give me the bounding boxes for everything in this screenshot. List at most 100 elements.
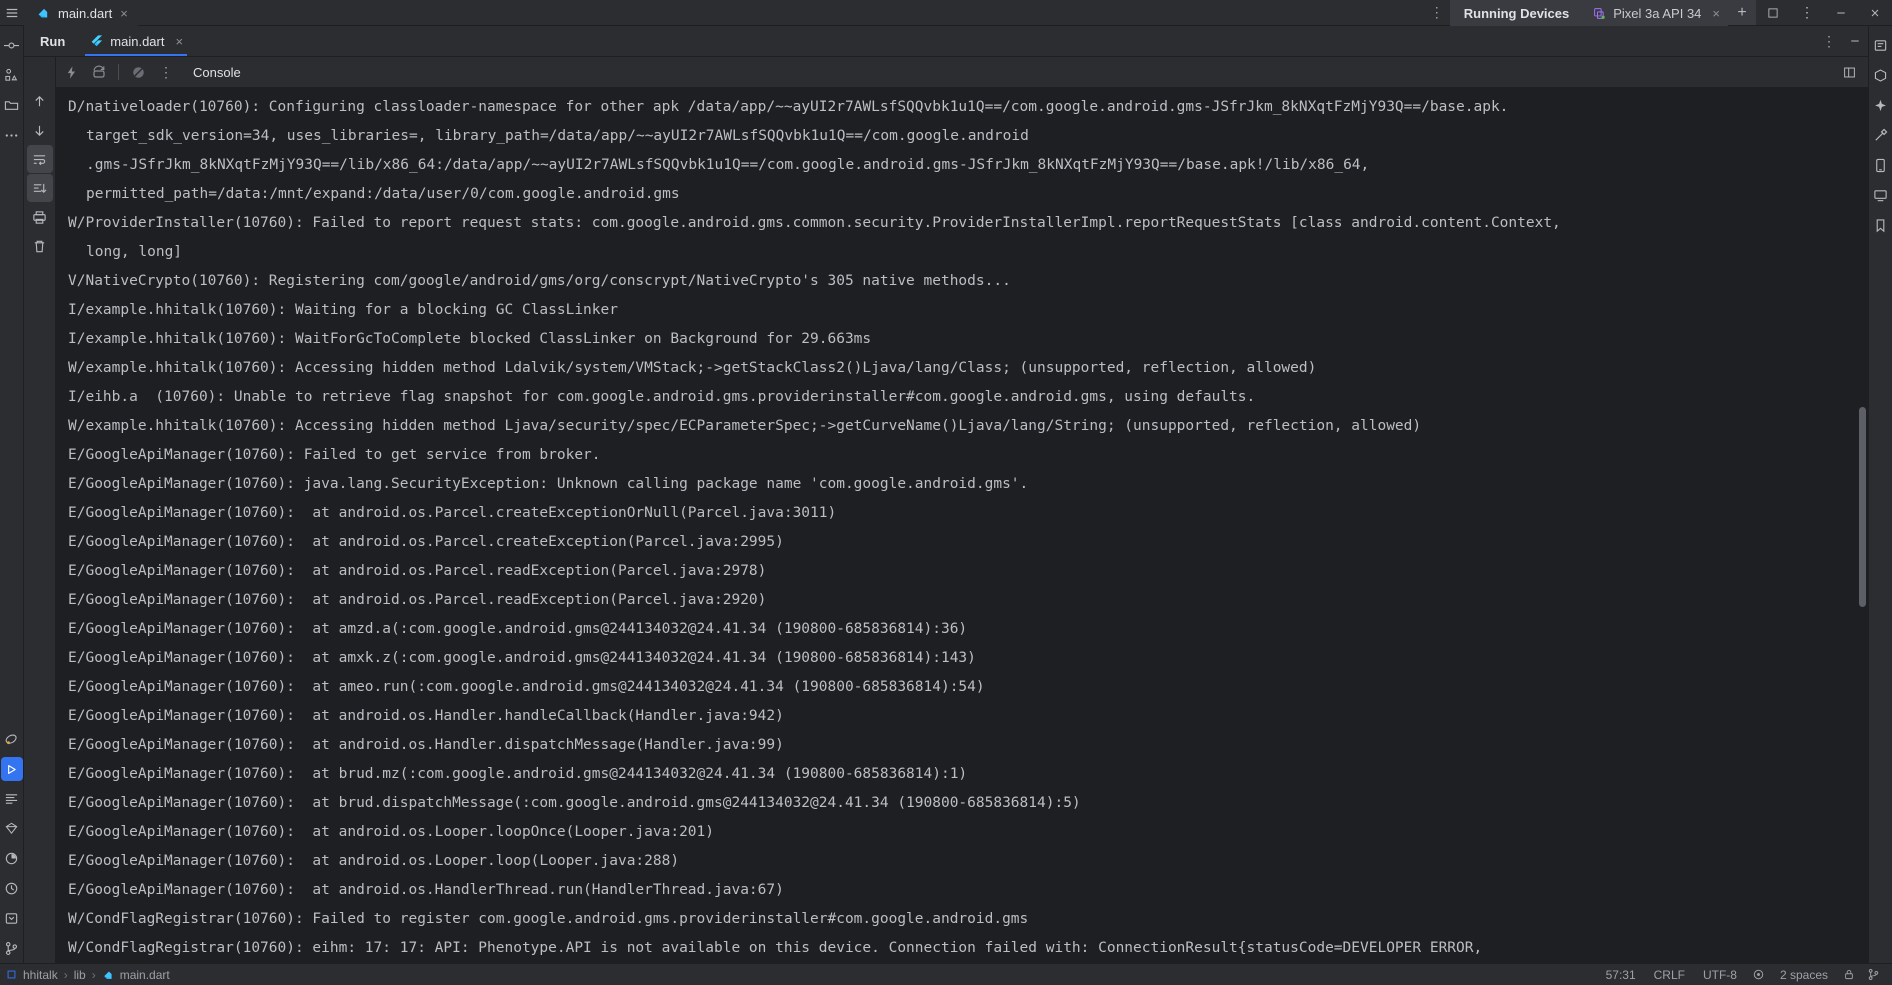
device-tab-label: Pixel 3a API 34 — [1613, 5, 1702, 21]
read-only-toggle[interactable] — [1837, 968, 1861, 981]
run-icon — [8, 764, 16, 774]
gradle-icon[interactable] — [1869, 60, 1892, 90]
line-separator[interactable]: CRLF — [1645, 968, 1694, 982]
minimize-icon — [1837, 12, 1845, 13]
indent-setting[interactable]: 2 spaces — [1771, 968, 1837, 982]
ai-assistant-icon[interactable] — [1869, 90, 1892, 120]
run-configuration-tab[interactable]: main.dart × — [79, 26, 189, 56]
emulator-icon[interactable] — [1869, 180, 1892, 210]
terminal-icon — [5, 793, 18, 804]
restore-window-button[interactable] — [1756, 0, 1790, 25]
run-window-hide-button[interactable] — [1842, 26, 1868, 56]
window-more-button[interactable]: ⋮ — [1790, 0, 1824, 25]
add-device-button[interactable]: + — [1728, 0, 1756, 25]
expand-console-icon[interactable] — [1836, 59, 1862, 85]
stop-icon[interactable] — [125, 59, 151, 85]
running-devices-tab[interactable]: Running Devices — [1449, 0, 1584, 26]
scroll-down-icon[interactable] — [27, 116, 53, 144]
running-devices-label: Running Devices — [1463, 5, 1570, 21]
console-line: E/GoogleApiManager(10760): at amxk.z(:co… — [68, 650, 976, 666]
bookmarks-icon[interactable] — [1869, 210, 1892, 240]
run-window-options-button[interactable]: ⋮ — [1816, 26, 1842, 56]
sidebar-item-project[interactable] — [0, 90, 24, 120]
notifications-icon[interactable] — [1869, 30, 1892, 60]
scroll-up-icon[interactable] — [27, 87, 53, 115]
close-icon[interactable]: × — [171, 34, 183, 49]
inspection-icon — [1753, 969, 1764, 980]
device-icon — [1593, 7, 1606, 20]
tab-console[interactable]: Console — [181, 65, 253, 80]
module-icon — [7, 970, 16, 979]
breadcrumb-item-file[interactable]: main.dart — [120, 968, 170, 982]
version-control-widget[interactable] — [1861, 968, 1892, 981]
version-control-icon — [5, 941, 18, 955]
ide-window: main.dart × ⋮ Running Devices Pixel 3a A… — [0, 0, 1892, 985]
flutter-outline-icon — [5, 822, 18, 834]
inspection-widget[interactable] — [1746, 968, 1771, 981]
console-line: I/eihb.a (10760): Unable to retrieve fla… — [68, 389, 1256, 405]
console-line: I/example.hhitalk(10760): WaitForGcToCom… — [68, 331, 872, 347]
sidebar-item-structure[interactable] — [0, 60, 24, 90]
clear-all-icon[interactable] — [27, 232, 53, 260]
minimize-icon — [1851, 40, 1859, 42]
titlebar-more-button[interactable]: ⋮ — [1424, 0, 1450, 25]
console-line: I/example.hhitalk(10760): Waiting for a … — [68, 302, 618, 318]
device-tab-pixel-3a[interactable]: Pixel 3a API 34 × — [1583, 0, 1728, 26]
sidebar-item-flutter-outline[interactable] — [0, 813, 24, 843]
run-tab-label: main.dart — [110, 33, 165, 49]
console-line: E/GoogleApiManager(10760): at ameo.run(:… — [68, 679, 985, 695]
device-file-explorer-icon[interactable] — [1869, 150, 1892, 180]
main-menu-button[interactable] — [0, 0, 24, 25]
close-icon[interactable]: × — [120, 6, 128, 21]
flutter-icon — [91, 35, 103, 47]
sidebar-item-version-control[interactable] — [0, 933, 24, 963]
lock-icon — [1845, 970, 1853, 980]
console-line: E/GoogleApiManager(10760): at android.os… — [68, 592, 767, 608]
run-window-title: Run — [40, 33, 66, 49]
build-icon[interactable] — [1869, 120, 1892, 150]
sidebar-item-todo[interactable] — [0, 873, 24, 903]
hot-reload-icon[interactable] — [86, 59, 112, 85]
console-line: W/CondFlagRegistrar(10760): Failed to re… — [68, 911, 1029, 927]
sidebar-item-profiler[interactable] — [0, 843, 24, 873]
console-line: D/nativeloader(10760): Configuring class… — [68, 99, 1509, 115]
rerun-icon[interactable] — [58, 59, 84, 85]
console-line: E/GoogleApiManager(10760): at android.os… — [68, 563, 767, 579]
sidebar-item-terminal[interactable] — [0, 783, 24, 813]
soft-wrap-icon[interactable] — [26, 145, 53, 173]
console-line: V/NativeCrypto(10760): Registering com/g… — [68, 273, 1011, 289]
sidebar-item-more[interactable] — [0, 120, 24, 150]
console-line: long, long] — [86, 244, 183, 260]
scroll-to-end-icon[interactable] — [26, 174, 53, 202]
sidebar-item-run[interactable] — [0, 757, 23, 781]
file-encoding[interactable]: UTF-8 — [1694, 968, 1746, 982]
close-window-button[interactable] — [1858, 0, 1892, 25]
todo-icon — [5, 882, 18, 894]
plus-icon: + — [1737, 3, 1747, 21]
console-line: .gms-JSfrJkm_8kNXqtFzMjY93Q==/lib/x86_64… — [86, 157, 1370, 173]
console-more-actions-icon[interactable]: ⋮ — [153, 59, 179, 85]
minimize-window-button[interactable] — [1824, 0, 1858, 25]
console-side-toolbar — [24, 57, 56, 963]
sidebar-item-commit[interactable] — [0, 30, 24, 60]
left-tool-rail — [0, 26, 24, 963]
editor-file-tab[interactable]: main.dart × — [24, 0, 138, 26]
close-icon[interactable]: × — [1708, 6, 1720, 21]
caret-position[interactable]: 57:31 — [1597, 968, 1645, 982]
sidebar-item-device-manager[interactable] — [0, 725, 24, 755]
breadcrumb-item-module[interactable]: hhitalk — [23, 968, 58, 982]
console-output-pane[interactable]: D/nativeloader(10760): Configuring class… — [56, 87, 1868, 963]
console-line: W/example.hhitalk(10760): Accessing hidd… — [68, 418, 1422, 434]
run-header-spacer — [189, 26, 1816, 56]
file-tab-label: main.dart — [58, 5, 113, 21]
kebab-icon: ⋮ — [1429, 4, 1444, 20]
breadcrumb-item-folder[interactable]: lib — [74, 968, 86, 982]
print-icon[interactable] — [27, 203, 53, 231]
kebab-icon: ⋮ — [1822, 32, 1836, 49]
console-line: E/GoogleApiManager(10760): at android.os… — [68, 505, 837, 521]
more-tools-icon — [5, 133, 18, 137]
sidebar-item-problems[interactable] — [0, 903, 24, 933]
console-scrollbar-thumb[interactable] — [1859, 407, 1866, 607]
main-content: Run main.dart × ⋮ ⋮ Console D/nativeload… — [24, 26, 1868, 963]
console-line: E/GoogleApiManager(10760): at android.os… — [68, 737, 784, 753]
